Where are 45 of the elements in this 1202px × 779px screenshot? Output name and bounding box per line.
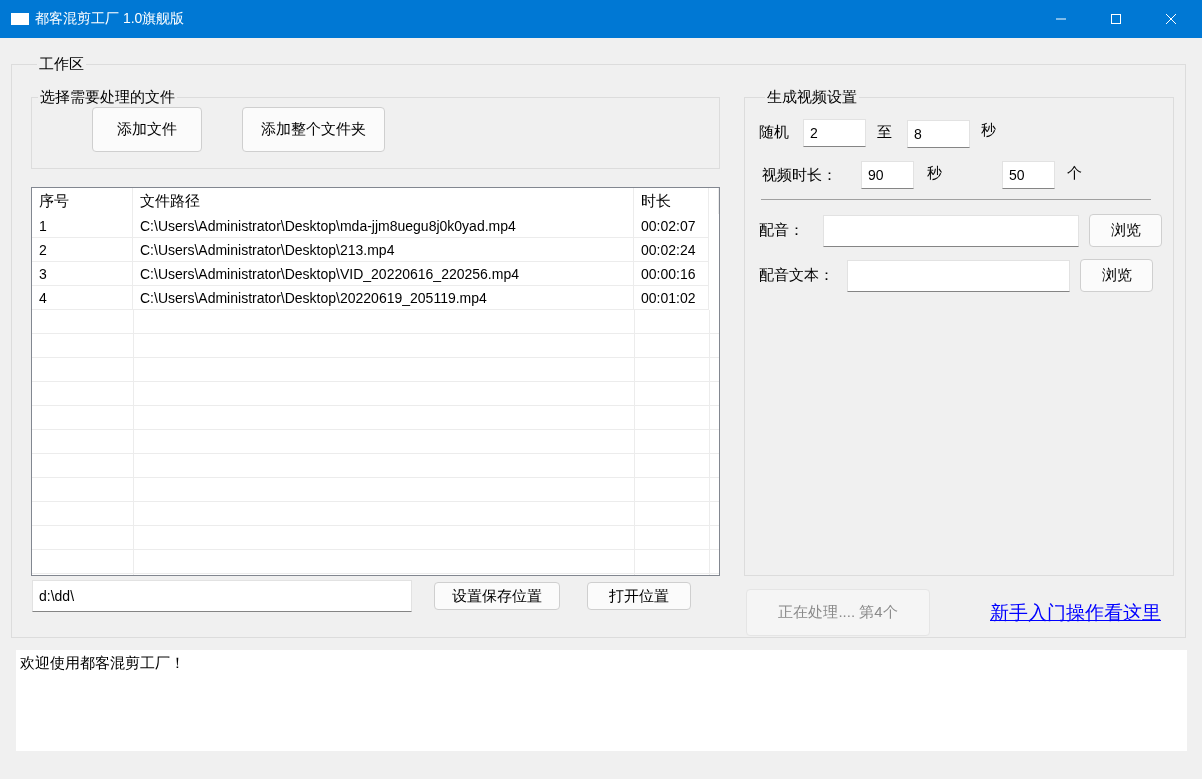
table-cell: C:\Users\Administrator\Desktop\mda-jjm8uegu8j0k0yad.mp4: [133, 214, 634, 238]
audio-field[interactable]: [823, 214, 1079, 247]
field-label: 至: [877, 123, 892, 142]
add-button[interactable]: 添加文件: [92, 107, 202, 152]
table-cell: 3: [32, 262, 133, 286]
group-title: 选择需要处理的文件: [39, 88, 176, 107]
table-cell: 4: [32, 286, 133, 310]
browse-button[interactable]: 浏览: [1089, 214, 1162, 247]
column-header[interactable]: 序号: [32, 188, 133, 214]
set-save-button[interactable]: 设置保存位置: [434, 582, 560, 610]
input-field[interactable]: 8: [907, 120, 970, 148]
field-label: 配音文本：: [759, 266, 834, 285]
unit-label: 秒: [927, 163, 942, 183]
app-icon: [11, 13, 29, 25]
unit-label: 个: [1067, 163, 1082, 183]
audio-text-field[interactable]: [847, 259, 1070, 292]
table-cell: 00:02:24: [634, 238, 709, 262]
save-path-field[interactable]: d:\dd\: [32, 580, 412, 612]
column-header[interactable]: 文件路径: [133, 188, 634, 214]
browse-button[interactable]: 浏览: [1080, 259, 1153, 292]
column-header[interactable]: 时长: [634, 188, 709, 214]
group-title: 生成视频设置: [766, 88, 858, 107]
field-label: 随机: [759, 123, 789, 142]
workspace-title: 工作区: [38, 55, 85, 74]
open-location-button[interactable]: 打开位置: [587, 582, 691, 610]
table-cell: 2: [32, 238, 133, 262]
field-label: 视频时长：: [762, 165, 837, 185]
unit-label: 秒: [981, 121, 996, 140]
table-cell: C:\Users\Administrator\Desktop\20220619_205119.mp4: [133, 286, 634, 310]
input-field[interactable]: 50: [1002, 161, 1055, 189]
table-cell: 1: [32, 214, 133, 238]
table-cell: C:\Users\Administrator\Desktop\VID_20220616_220256.mp4: [133, 262, 634, 286]
log-text: 欢迎使用都客混剪工厂！: [20, 654, 185, 671]
table-cell: 00:00:16: [634, 262, 709, 286]
maximize-icon: [1109, 13, 1122, 25]
help-link[interactable]: 新手入门操作看这里: [990, 599, 1161, 626]
close-icon: [1164, 13, 1177, 25]
input-field[interactable]: 90: [861, 161, 914, 189]
add-button[interactable]: 添加整个文件夹: [242, 107, 385, 152]
field-label: 配音：: [759, 221, 804, 240]
window-title: 都客混剪工厂 1.0旗舰版: [35, 10, 185, 28]
table-cell: 00:02:07: [634, 214, 709, 238]
table-cell: 00:01:02: [634, 286, 709, 310]
table-cell: C:\Users\Administrator\Desktop\213.mp4: [133, 238, 634, 262]
input-field[interactable]: 2: [803, 118, 866, 147]
